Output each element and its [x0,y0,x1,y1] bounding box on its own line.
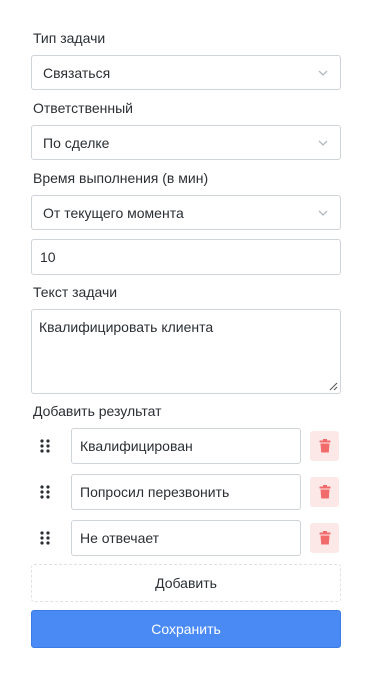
task-text-value: Квалифицировать клиента [39,319,214,335]
drag-handle-icon[interactable] [39,531,51,545]
chevron-down-icon [318,140,328,146]
delete-result-button[interactable] [310,431,339,461]
result-input[interactable]: Не отвечает [71,520,301,556]
responsible-select[interactable]: По сделке [31,125,341,160]
result-value: Квалифицирован [80,438,193,454]
task-form: Тип задачи Связаться Ответственный По сд… [0,0,377,676]
trash-icon [319,485,330,499]
task-type-label: Тип задачи [33,30,106,46]
save-button[interactable]: Сохранить [31,610,341,648]
drag-handle-icon[interactable] [39,439,51,453]
results-label: Добавить результат [33,403,162,419]
due-time-mode-select[interactable]: От текущего момента [31,195,341,230]
trash-icon [319,439,330,453]
delete-result-button[interactable] [310,523,339,553]
due-time-label: Время выполнения (в мин) [33,170,209,186]
task-text-label: Текст задачи [33,284,118,300]
result-input[interactable]: Квалифицирован [71,428,301,464]
task-text-textarea[interactable]: Квалифицировать клиента [31,309,341,394]
responsible-label: Ответственный [33,100,133,116]
chevron-down-icon [318,210,328,216]
resize-grip-icon[interactable] [329,382,338,391]
result-value: Попросил перезвонить [80,484,230,500]
task-type-select[interactable]: Связаться [31,55,341,90]
drag-handle-icon[interactable] [39,485,51,499]
due-time-minutes-input[interactable]: 10 [31,239,341,275]
delete-result-button[interactable] [310,477,339,507]
trash-icon [319,531,330,545]
chevron-down-icon [318,70,328,76]
add-result-button[interactable]: Добавить [31,564,341,602]
due-time-mode-value: От текущего момента [43,204,184,221]
due-time-minutes-value: 10 [40,249,56,265]
task-type-value: Связаться [43,64,111,81]
responsible-value: По сделке [43,134,110,151]
result-value: Не отвечает [80,530,160,546]
result-input[interactable]: Попросил перезвонить [71,474,301,510]
